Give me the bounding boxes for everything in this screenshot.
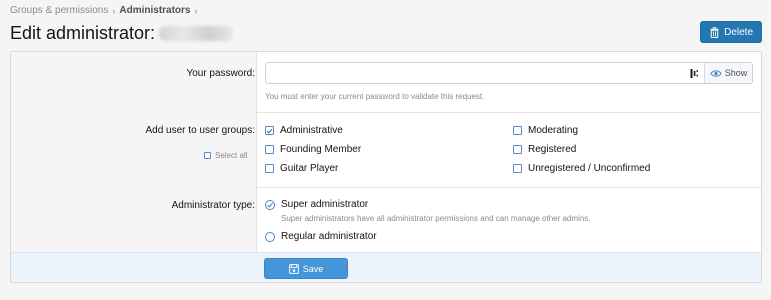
group-checkbox-guitar-player[interactable]: Guitar Player (265, 163, 338, 174)
checkbox-checked (265, 126, 274, 135)
checkbox (513, 126, 522, 135)
group-label: Unregistered / Unconfirmed (528, 163, 651, 174)
super-admin-hint: Super administrators have all administra… (281, 214, 591, 223)
select-all-label: Select all (215, 151, 248, 160)
chevron-right-icon: › (112, 5, 116, 16)
password-field[interactable]: Show (265, 62, 753, 84)
show-password-button[interactable]: Show (704, 63, 752, 83)
radio-selected (265, 199, 275, 210)
password-hint: You must enter your current password to … (265, 92, 485, 101)
group-label: Guitar Player (280, 163, 339, 174)
checkbox (513, 164, 522, 173)
checkmark-icon (266, 128, 273, 134)
save-button-label: Save (302, 263, 324, 274)
select-all-checkbox[interactable]: Select all (204, 151, 247, 160)
password-manager-icon[interactable] (690, 68, 700, 79)
eye-icon (710, 69, 722, 77)
group-checkbox-moderating[interactable]: Moderating (513, 125, 578, 136)
radio-label: Super administrator (281, 199, 369, 210)
checkbox (265, 164, 274, 173)
row-divider (257, 187, 761, 188)
group-checkbox-registered[interactable]: Registered (513, 144, 576, 155)
page-header: Edit administrator: Delete (10, 21, 762, 44)
admin-type-label: Administrator type: (171, 200, 255, 211)
save-button[interactable]: Save (264, 258, 348, 279)
password-label: Your password: (186, 68, 255, 79)
page-title: Edit administrator: (10, 22, 156, 43)
save-icon (288, 263, 299, 274)
breadcrumb-link-administrators[interactable]: Administrators (119, 5, 190, 16)
radio-super-administrator[interactable]: Super administrator (265, 199, 368, 210)
show-password-label: Show (724, 68, 748, 78)
delete-button[interactable]: Delete (700, 21, 762, 43)
delete-button-label: Delete (724, 26, 753, 38)
checkbox (204, 152, 211, 159)
group-checkbox-founding-member[interactable]: Founding Member (265, 144, 361, 155)
row-divider (257, 112, 761, 113)
checkbox (265, 145, 274, 154)
checkbox (513, 145, 522, 154)
chevron-right-icon: › (194, 5, 198, 16)
group-checkbox-unregistered[interactable]: Unregistered / Unconfirmed (513, 163, 650, 174)
breadcrumb-link-groups-permissions[interactable]: Groups & permissions (10, 5, 108, 16)
user-groups-label: Add user to user groups: (145, 125, 255, 136)
group-label: Founding Member (280, 144, 362, 155)
group-label: Administrative (280, 125, 343, 136)
radio (265, 231, 275, 242)
group-label: Moderating (528, 125, 579, 136)
edit-admin-form: Your password: Show You must enter your … (10, 51, 762, 283)
group-label: Registered (528, 144, 577, 155)
radio-label: Regular administrator (281, 231, 377, 242)
breadcrumb: Groups & permissions › Administrators › (10, 5, 198, 16)
group-checkbox-administrative[interactable]: Administrative (265, 125, 343, 136)
trash-icon (710, 26, 719, 38)
redacted-username (159, 25, 234, 41)
form-footer: Save (11, 252, 761, 282)
radio-regular-administrator[interactable]: Regular administrator (265, 231, 377, 242)
radio-check-icon (267, 202, 274, 208)
